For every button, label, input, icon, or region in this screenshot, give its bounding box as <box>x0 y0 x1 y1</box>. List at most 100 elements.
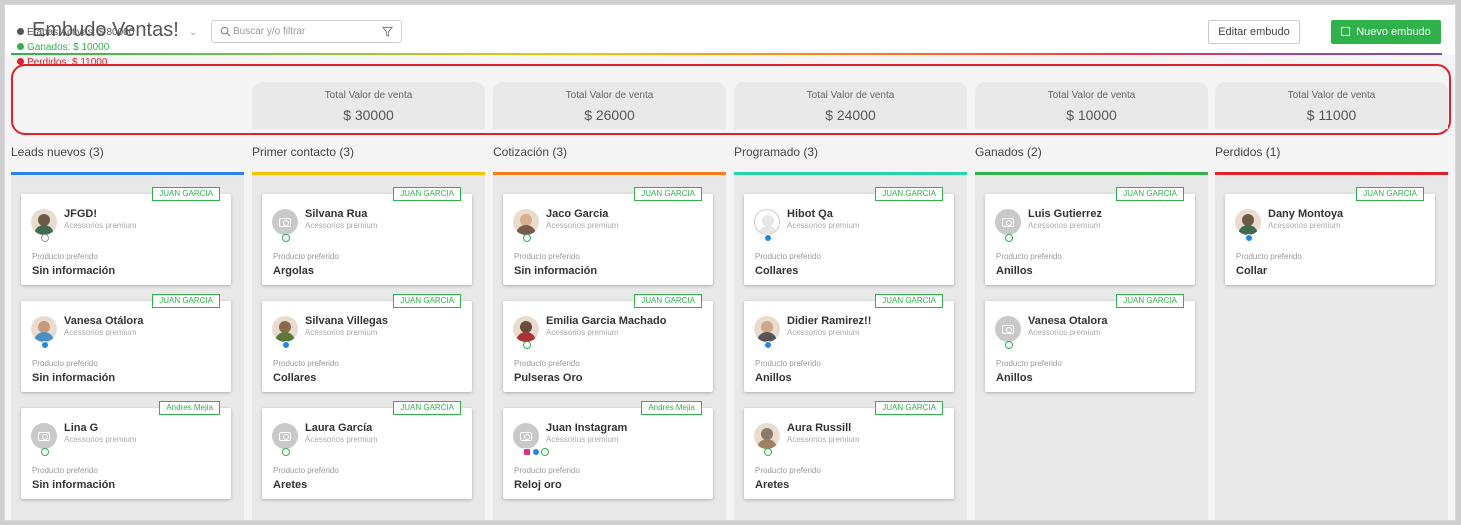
lead-name[interactable]: Jaco Garcia <box>546 208 608 220</box>
assignee-tag[interactable]: JUAN GARCIA <box>393 401 461 415</box>
avatar[interactable] <box>272 423 298 449</box>
avatar[interactable] <box>31 209 57 235</box>
avatar[interactable] <box>995 316 1021 342</box>
lead-card[interactable]: JUAN GARCIA Emilia Garcia Machado Acessori… <box>503 294 713 392</box>
assignee-tag[interactable]: JUAN GARCIA <box>875 187 943 201</box>
product-label: Producto preferido <box>273 359 339 368</box>
lead-name[interactable]: Vanesa Otálora <box>64 315 144 327</box>
assignee-tag[interactable]: JUAN GARCIA <box>152 187 220 201</box>
lead-name[interactable]: Emilia Garcia Machado <box>546 315 666 327</box>
messenger-icon <box>282 341 290 349</box>
new-funnel-label: Nuevo embudo <box>1356 26 1431 38</box>
lead-card[interactable]: Andres Mejia Lina G Acessorios premium Prod… <box>21 401 231 499</box>
channel-badges <box>282 341 291 350</box>
dot-icon <box>17 43 24 50</box>
lead-card[interactable]: JUAN GARCIA Dany Montoya Acessorios premiu… <box>1225 187 1435 285</box>
lead-name[interactable]: JFGD! <box>64 208 97 220</box>
product-value: Sin información <box>32 265 116 277</box>
assignee-tag[interactable]: Andres Mejia <box>159 401 220 415</box>
avatar[interactable] <box>754 423 780 449</box>
total-value: $ 26000 <box>584 107 635 123</box>
search-box[interactable] <box>211 20 402 43</box>
product-value: Sin información <box>514 265 598 277</box>
avatar[interactable] <box>1235 209 1261 235</box>
avatar[interactable] <box>754 209 780 235</box>
whatsapp-icon <box>523 234 531 242</box>
lead-name[interactable]: Vanesa Otalora <box>1028 315 1108 327</box>
avatar[interactable] <box>513 423 539 449</box>
column-title: Perdidos (1) <box>1215 145 1281 159</box>
lead-name[interactable]: Luis Gutierrez <box>1028 208 1102 220</box>
avatar[interactable] <box>754 316 780 342</box>
avatar[interactable] <box>272 209 298 235</box>
whatsapp-icon <box>41 448 49 456</box>
assignee-tag[interactable]: JUAN GARCIA <box>1116 187 1184 201</box>
lead-card[interactable]: Andres Mejia Juan Instagram Acessorios pre… <box>503 401 713 499</box>
channel-badges <box>764 448 773 457</box>
avatar[interactable] <box>513 316 539 342</box>
product-label: Producto preferido <box>32 466 98 475</box>
total-label: Total Valor de venta <box>1287 90 1376 101</box>
avatar[interactable] <box>513 209 539 235</box>
lead-card[interactable]: JUAN GARCIA Luis Gutierrez Acessorios prem… <box>985 187 1195 285</box>
channel-badges <box>523 448 550 457</box>
channel-badges <box>764 234 773 243</box>
lead-name[interactable]: Lina G <box>64 422 98 434</box>
lead-name[interactable]: Didier Ramirez!! <box>787 315 871 327</box>
total-label: Total Valor de venta <box>565 90 654 101</box>
lead-name[interactable]: Hibot Qa <box>787 208 833 220</box>
product-value: Anillos <box>996 372 1033 384</box>
avatar[interactable] <box>272 316 298 342</box>
legend-lost: Perdidos: $ 11000 <box>17 55 134 70</box>
channel-badges <box>282 234 291 243</box>
assignee-tag[interactable]: JUAN GARCIA <box>634 187 702 201</box>
assignee-tag[interactable]: JUAN GARCIA <box>634 294 702 308</box>
header: Embudo Ventas! ⌄ Editar embudo Nuevo emb… <box>5 5 1455 55</box>
column-body: JUAN GARCIA Luis Gutierrez Acessorios prem… <box>975 175 1208 520</box>
lead-card[interactable]: JUAN GARCIA Jaco Garcia Acessorios premium… <box>503 187 713 285</box>
product-value: Reloj oro <box>514 479 562 491</box>
lead-card[interactable]: JUAN GARCIA Laura García Acessorios premiu… <box>262 401 472 499</box>
assignee-tag[interactable]: JUAN GARCIA <box>875 294 943 308</box>
lead-name[interactable]: Aura Russill <box>787 422 851 434</box>
avatar[interactable] <box>31 316 57 342</box>
camera-icon <box>279 218 291 227</box>
messenger-icon <box>1245 234 1253 242</box>
edit-funnel-button[interactable]: Editar embudo <box>1208 20 1300 44</box>
assignee-tag[interactable]: Andres Mejia <box>641 401 702 415</box>
lead-name[interactable]: Silvana Rua <box>305 208 367 220</box>
lead-name[interactable]: Dany Montoya <box>1268 208 1343 220</box>
lead-name[interactable]: Silvana Villegas <box>305 315 388 327</box>
total-card-primer-contacto: Total Valor de venta $ 30000 <box>252 82 485 129</box>
lead-card[interactable]: JUAN GARCIA Vanesa Otálora Acessorios prem… <box>21 294 231 392</box>
avatar[interactable] <box>31 423 57 449</box>
assignee-tag[interactable]: JUAN GARCIA <box>393 187 461 201</box>
lead-card[interactable]: JUAN GARCIA Silvana Villegas Acessorios pr… <box>262 294 472 392</box>
lead-card[interactable]: JUAN GARCIA Vanesa Otalora Acessorios prem… <box>985 294 1195 392</box>
filter-icon[interactable] <box>382 26 393 37</box>
product-label: Producto preferido <box>1236 252 1302 261</box>
new-funnel-button[interactable]: Nuevo embudo <box>1331 20 1441 44</box>
search-input[interactable] <box>233 23 373 40</box>
avatar[interactable] <box>995 209 1021 235</box>
lead-card[interactable]: JUAN GARCIA Hibot Qa Acessorios premium Pro… <box>744 187 954 285</box>
lead-card[interactable]: JUAN GARCIA Didier Ramirez!! Acessorios pr… <box>744 294 954 392</box>
assignee-tag[interactable]: JUAN GARCIA <box>152 294 220 308</box>
lead-name[interactable]: Laura García <box>305 422 372 434</box>
lead-subtitle: Acessorios premium <box>64 435 137 444</box>
assignee-tag[interactable]: JUAN GARCIA <box>1356 187 1424 201</box>
assignee-tag[interactable]: JUAN GARCIA <box>875 401 943 415</box>
stage-column: Leads nuevos (3) JUAN GARCIA JFGD! Acessori… <box>11 141 244 520</box>
product-label: Producto preferido <box>755 252 821 261</box>
assignee-tag[interactable]: JUAN GARCIA <box>393 294 461 308</box>
total-value: $ 11000 <box>1306 107 1357 123</box>
lead-name[interactable]: Juan Instagram <box>546 422 627 434</box>
assignee-tag[interactable]: JUAN GARCIA <box>1116 294 1184 308</box>
lead-card[interactable]: JUAN GARCIA Silvana Rua Acessorios premium… <box>262 187 472 285</box>
chevron-down-icon[interactable]: ⌄ <box>189 27 197 38</box>
lead-card[interactable]: JUAN GARCIA JFGD! Acessorios premium Produc… <box>21 187 231 285</box>
lead-card[interactable]: JUAN GARCIA Aura Russill Acessorios premiu… <box>744 401 954 499</box>
lead-subtitle: Acessorios premium <box>1268 221 1341 230</box>
whatsapp-icon <box>764 448 772 456</box>
product-value: Aretes <box>755 479 790 491</box>
